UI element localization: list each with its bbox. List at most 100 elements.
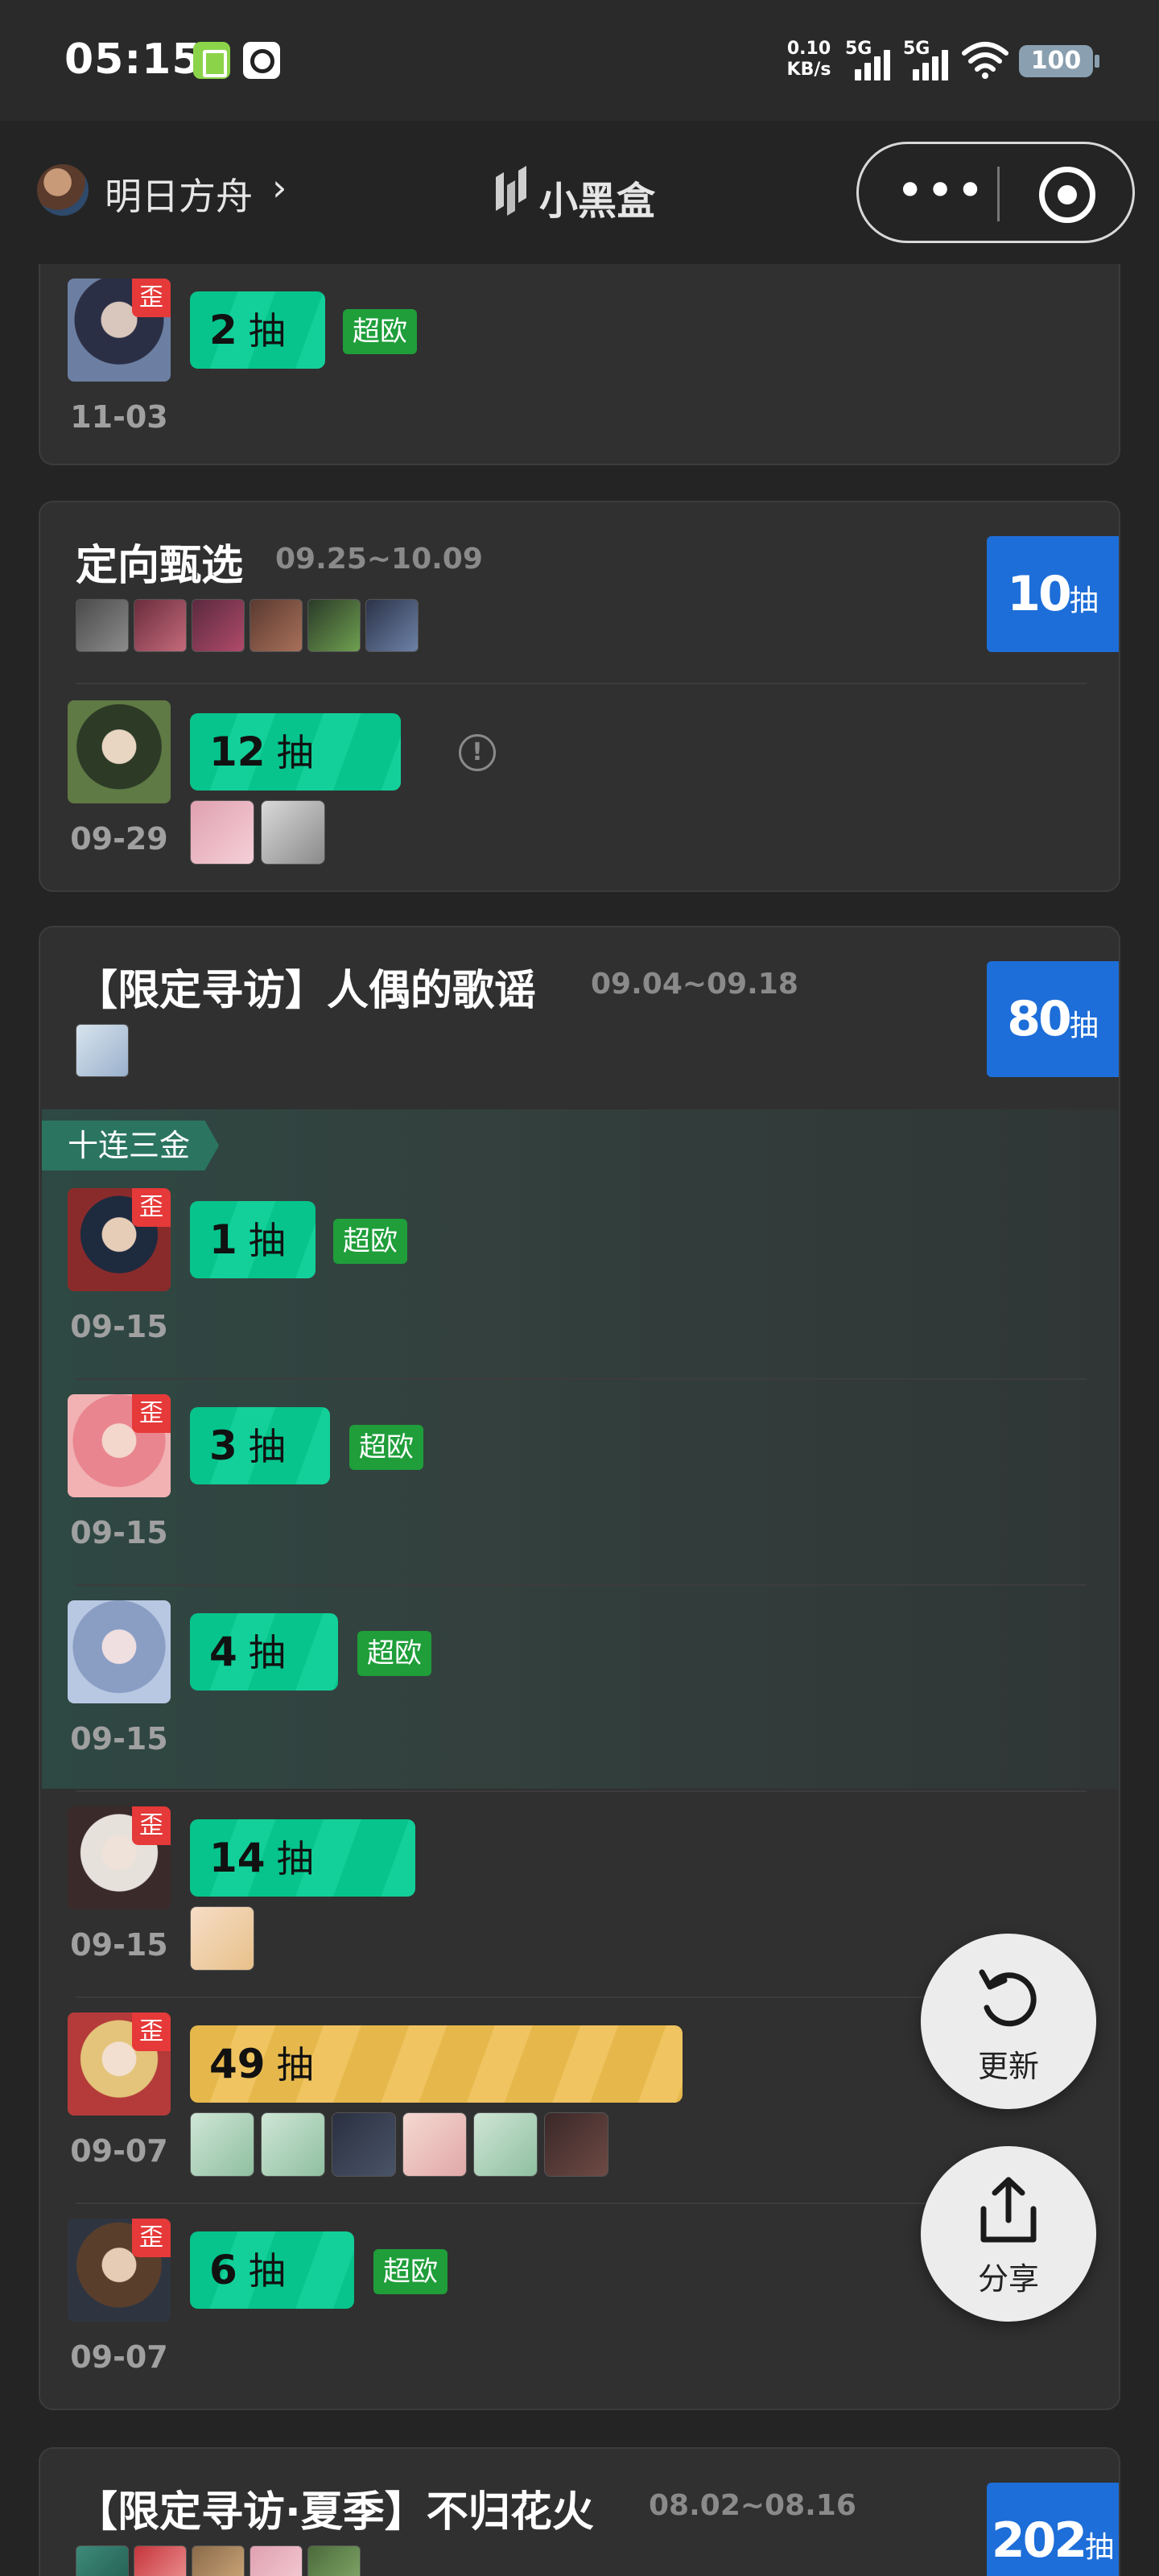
pull-count-pill: 4抽 bbox=[190, 1613, 338, 1690]
pool-operators bbox=[76, 599, 419, 652]
ten-pull-tag: 十连三金 bbox=[42, 1121, 220, 1170]
clock-text: 05:15 bbox=[64, 35, 202, 84]
off-banner-badge: 歪 bbox=[132, 279, 171, 317]
pull-count-pill: 2抽 bbox=[190, 291, 325, 369]
operator-face bbox=[190, 2112, 254, 2177]
operator-face bbox=[190, 800, 254, 865]
pull-count-pill: 12 抽 bbox=[190, 713, 401, 791]
total-pulls-badge: 10抽 bbox=[987, 536, 1119, 652]
pool-date-range: 08.02~08.16 bbox=[649, 2489, 856, 2522]
operator-face bbox=[365, 599, 419, 652]
pool-title: 定向甄选 bbox=[76, 542, 244, 590]
off-banner-badge: 歪 bbox=[132, 1394, 171, 1433]
target-close-icon[interactable] bbox=[1039, 167, 1095, 223]
extra-operators bbox=[190, 800, 325, 865]
pull-date: 09-15 bbox=[70, 1309, 168, 1344]
operator-face bbox=[134, 2545, 187, 2576]
signal-icon: 5G bbox=[845, 39, 901, 80]
pull-record[interactable]: 歪 3抽 超欧 09-15 bbox=[68, 1394, 1090, 1579]
pool-date-range: 09.04~09.18 bbox=[591, 968, 798, 1001]
lucky-badge: 超欧 bbox=[357, 1631, 431, 1676]
operator-face bbox=[76, 1024, 129, 1077]
off-banner-badge: 歪 bbox=[132, 1188, 171, 1227]
net-speed: 0.10 KB/s bbox=[781, 39, 837, 80]
share-button[interactable]: 分享 bbox=[921, 2146, 1096, 2322]
operator-face bbox=[307, 599, 361, 652]
refresh-button[interactable]: 更新 bbox=[921, 1934, 1096, 2109]
status-bar: 05:15 0.10 KB/s 5G 5G 100 明日方舟 › 小黑盒 ••• bbox=[0, 0, 1159, 243]
pull-count: 1 bbox=[209, 1216, 237, 1263]
lucky-badge: 超欧 bbox=[333, 1219, 407, 1264]
pool-title: 【限定寻访·夏季】不归花火 bbox=[76, 2488, 594, 2537]
game-avatar[interactable] bbox=[37, 164, 89, 216]
pull-count-pill: 49 抽 bbox=[190, 2025, 683, 2103]
lucky-badge: 超欧 bbox=[349, 1425, 423, 1470]
operator-face bbox=[76, 599, 129, 652]
net-speed-unit: KB/s bbox=[786, 60, 831, 80]
operator-face bbox=[544, 2112, 608, 2177]
divider bbox=[76, 1378, 1087, 1380]
pull-record[interactable]: 歪 2抽 超欧 11-03 bbox=[68, 279, 1090, 464]
more-dots-icon[interactable]: ••• bbox=[896, 167, 984, 215]
search-app-icon bbox=[243, 42, 280, 79]
pull-unit: 抽 bbox=[276, 731, 314, 774]
pull-date: 09-07 bbox=[70, 2339, 168, 2375]
pull-count-pill: 6抽 bbox=[190, 2231, 354, 2309]
operator-face bbox=[76, 2545, 129, 2576]
pool-date-range: 09.25~10.09 bbox=[275, 543, 483, 576]
total-pulls-value: 202 bbox=[991, 2512, 1087, 2569]
total-pulls-badge: 202抽 bbox=[987, 2483, 1119, 2576]
off-banner-badge: 歪 bbox=[132, 2013, 171, 2051]
operator-face bbox=[250, 2545, 303, 2576]
operator-face bbox=[250, 599, 303, 652]
total-pulls-value: 10 bbox=[1007, 566, 1071, 622]
pull-unit: 抽 bbox=[248, 309, 286, 353]
pull-record[interactable]: 歪 1抽 超欧 09-15 bbox=[68, 1188, 1090, 1373]
net-speed-value: 0.10 bbox=[786, 39, 831, 59]
pull-date: 11-03 bbox=[70, 399, 168, 435]
total-pulls-unit: 抽 bbox=[1069, 1009, 1099, 1042]
operator-face bbox=[261, 800, 325, 865]
pull-date: 09-07 bbox=[70, 2133, 168, 2169]
divider bbox=[76, 683, 1087, 684]
refresh-icon bbox=[979, 1969, 1037, 2027]
pull-unit: 抽 bbox=[276, 2043, 314, 2087]
pull-date: 09-15 bbox=[70, 1927, 168, 1963]
share-icon bbox=[980, 2177, 1037, 2243]
pull-record[interactable]: 4抽 超欧 09-15 bbox=[68, 1600, 1090, 1785]
total-pulls-badge: 80抽 bbox=[987, 961, 1119, 1077]
total-pulls-value: 80 bbox=[1007, 991, 1071, 1047]
operator-face bbox=[473, 2112, 538, 2177]
pull-count: 6 bbox=[209, 2247, 237, 2293]
off-banner-badge: 歪 bbox=[132, 2219, 171, 2257]
pull-date: 09-15 bbox=[70, 1721, 168, 1757]
pull-count: 14 bbox=[209, 1835, 266, 1881]
lucky-badge: 超欧 bbox=[373, 2249, 448, 2294]
heybox-logo-icon bbox=[496, 166, 526, 216]
operator-portrait bbox=[68, 700, 171, 803]
pull-history-list[interactable]: 歪 2抽 超欧 11-03 定向甄选 09.25~10.09 10抽 12 抽 ! bbox=[0, 264, 1159, 2576]
pull-date: 09-15 bbox=[70, 1515, 168, 1550]
pull-unit: 抽 bbox=[248, 1425, 286, 1468]
share-label: 分享 bbox=[977, 2261, 1039, 2297]
mini-program-capsule: ••• bbox=[856, 142, 1135, 243]
pull-record[interactable]: 12 抽 ! 09-29 bbox=[68, 700, 1090, 886]
pull-count-pill: 1抽 bbox=[190, 1201, 316, 1278]
pull-count-pill: 3抽 bbox=[190, 1407, 330, 1484]
pull-unit: 抽 bbox=[248, 1631, 286, 1674]
pull-record[interactable]: 歪 14 抽 09-15 bbox=[68, 1806, 1090, 1992]
pull-count-pill: 14 抽 bbox=[190, 1819, 415, 1897]
wifi-icon bbox=[962, 42, 1008, 79]
signal-label: 5G bbox=[903, 39, 930, 59]
brand-title: 小黑盒 bbox=[539, 179, 656, 224]
operator-face bbox=[190, 1906, 254, 1971]
off-banner-badge: 歪 bbox=[132, 1806, 171, 1845]
divider bbox=[76, 1790, 1087, 1792]
chevron-right-icon[interactable]: › bbox=[272, 166, 287, 209]
signal-label: 5G bbox=[845, 39, 872, 59]
operator-portrait bbox=[68, 1600, 171, 1703]
pull-count: 3 bbox=[209, 1422, 237, 1469]
game-title-button[interactable]: 明日方舟 bbox=[105, 167, 253, 221]
extra-operators bbox=[190, 2112, 608, 2177]
info-icon[interactable]: ! bbox=[459, 734, 496, 771]
